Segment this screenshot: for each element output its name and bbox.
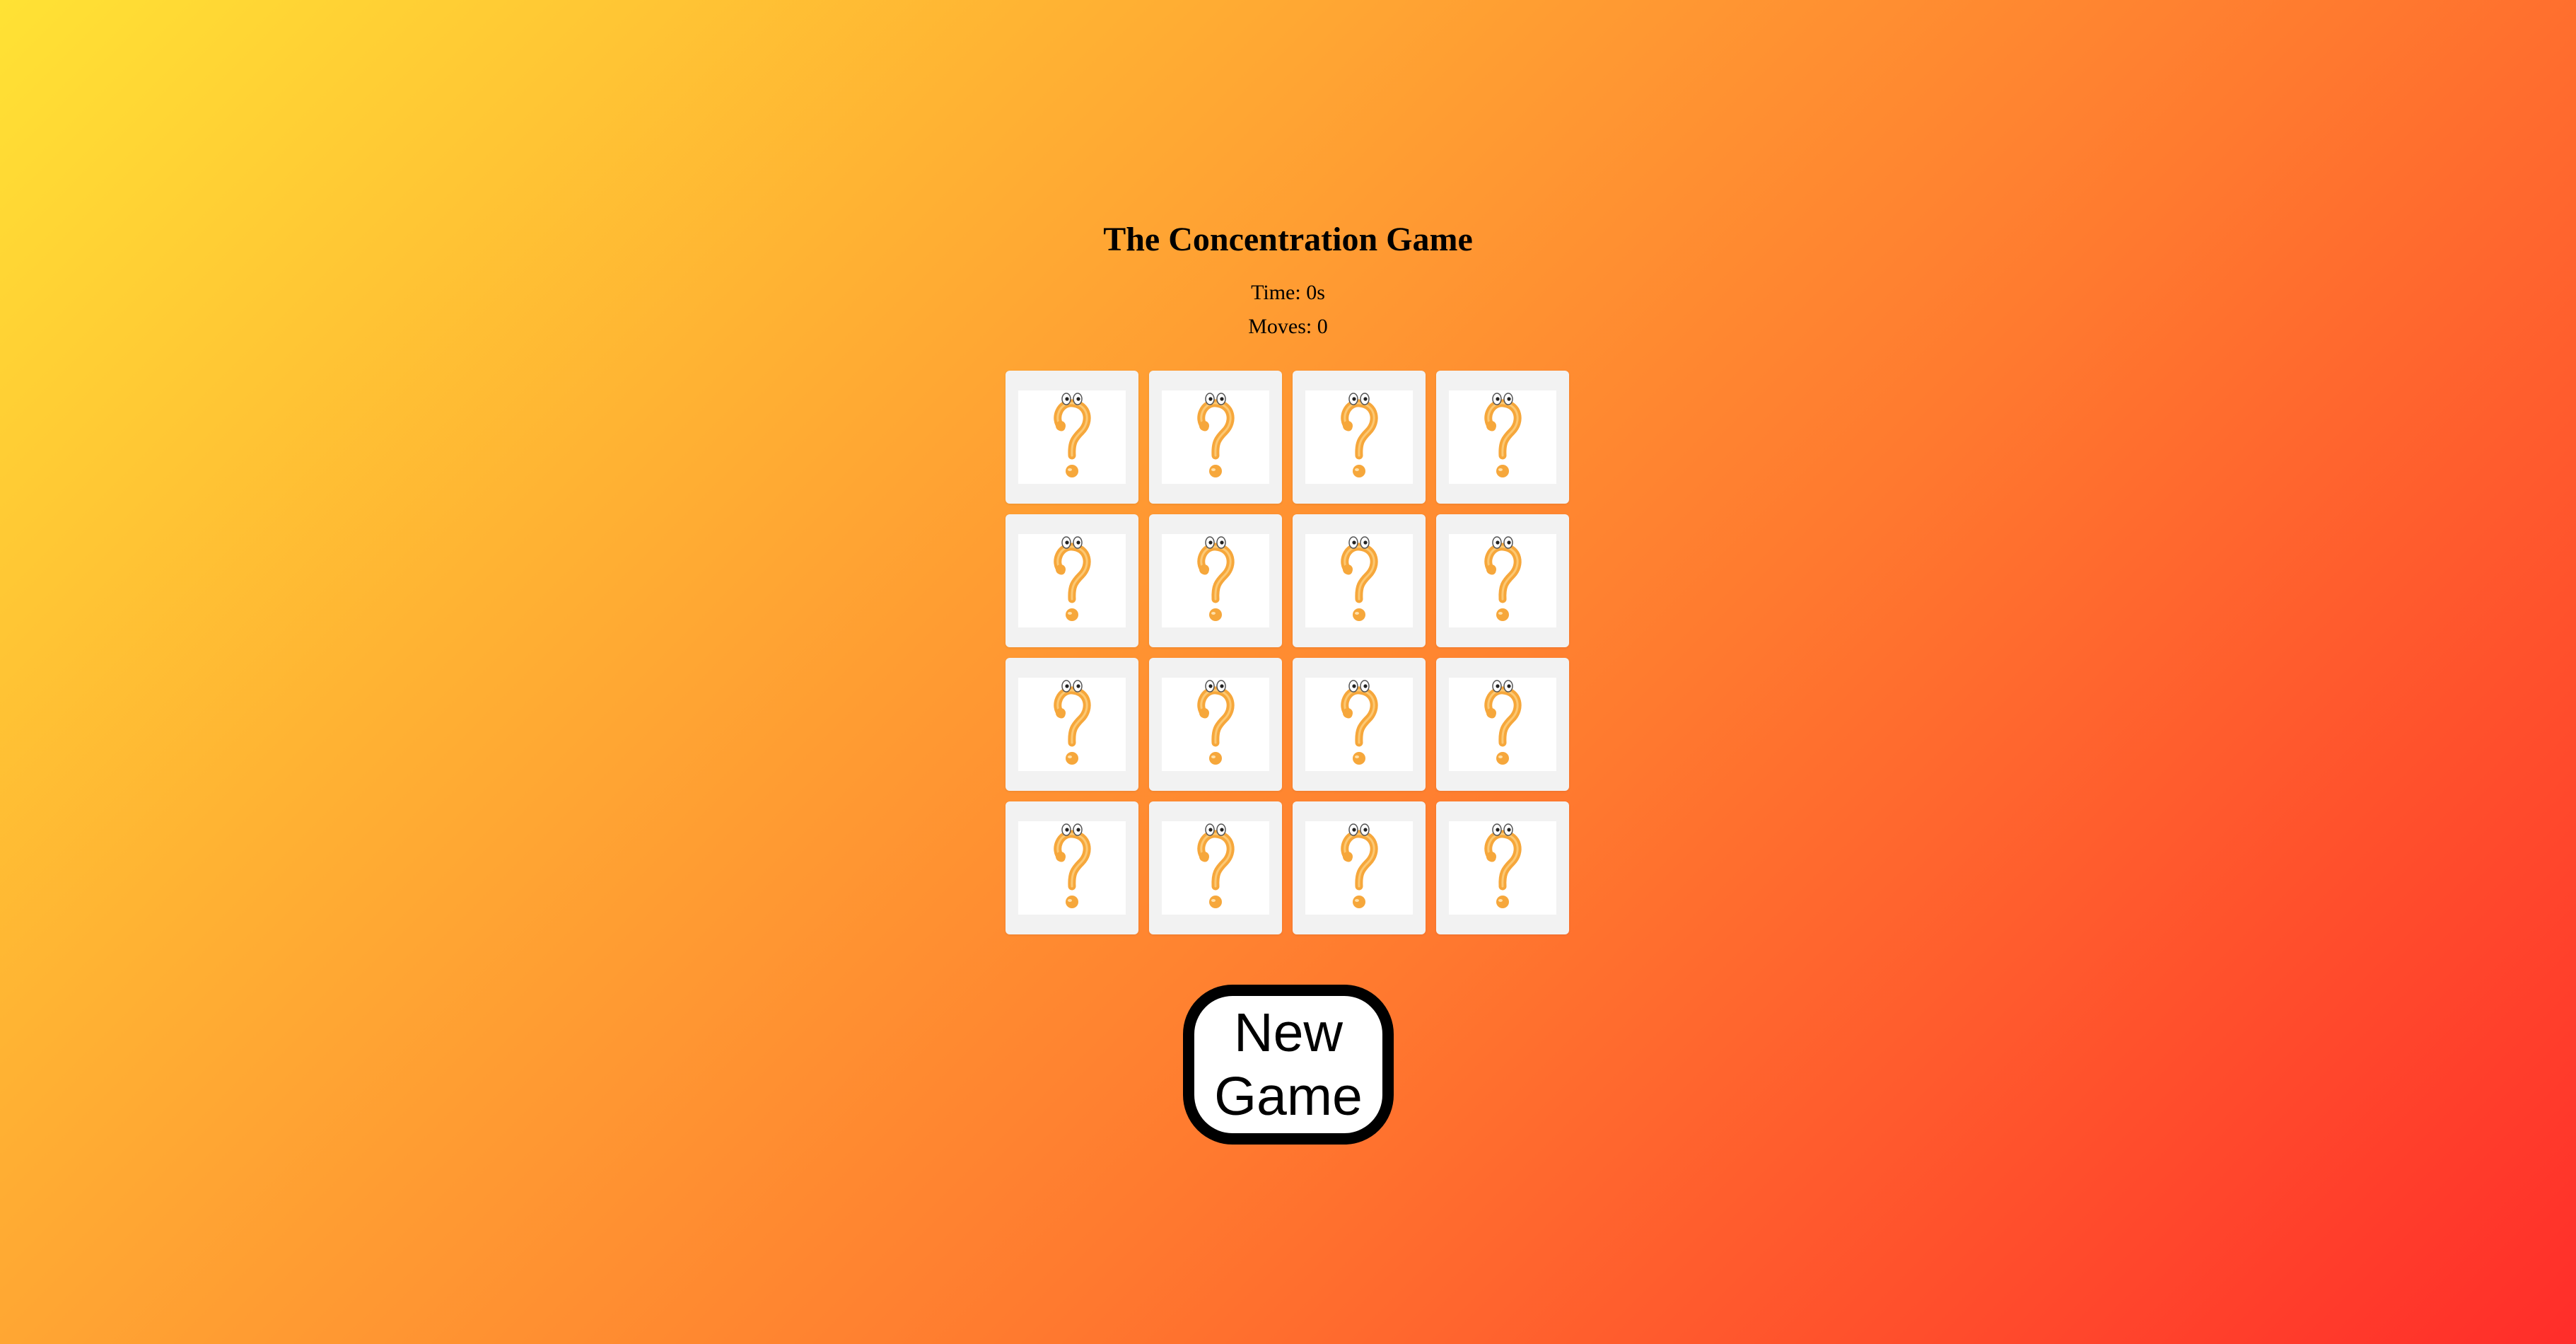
card-back-face: [1162, 821, 1269, 915]
memory-card[interactable]: [1293, 514, 1426, 647]
card-back-face: [1018, 390, 1126, 484]
card-back-face: [1449, 534, 1556, 627]
card-back-face: [1305, 390, 1413, 484]
card-back-face: [1449, 678, 1556, 771]
moves-counter: Moves: 0: [1248, 315, 1328, 338]
question-mark-with-eyes-icon: [1191, 534, 1240, 627]
question-mark-with-eyes-icon: [1334, 678, 1384, 771]
card-back-face: [1305, 534, 1413, 627]
page-title: The Concentration Game: [1103, 221, 1473, 258]
card-back-face: [1162, 534, 1269, 627]
card-back-face: [1018, 821, 1126, 915]
question-mark-with-eyes-icon: [1334, 534, 1384, 627]
question-mark-with-eyes-icon: [1334, 821, 1384, 915]
card-grid: [1006, 371, 1571, 937]
question-mark-with-eyes-icon: [1047, 390, 1097, 484]
question-mark-with-eyes-icon: [1478, 678, 1527, 771]
question-mark-with-eyes-icon: [1478, 390, 1527, 484]
memory-card[interactable]: [1006, 658, 1138, 791]
memory-card[interactable]: [1006, 514, 1138, 647]
card-back-face: [1449, 390, 1556, 484]
question-mark-with-eyes-icon: [1047, 678, 1097, 771]
card-back-face: [1162, 678, 1269, 771]
card-back-face: [1305, 821, 1413, 915]
new-game-button[interactable]: New Game: [1183, 985, 1394, 1145]
question-mark-with-eyes-icon: [1047, 534, 1097, 627]
memory-card[interactable]: [1436, 658, 1569, 791]
card-back-face: [1305, 678, 1413, 771]
memory-card[interactable]: [1293, 371, 1426, 504]
question-mark-with-eyes-icon: [1478, 821, 1527, 915]
card-back-face: [1162, 390, 1269, 484]
card-back-face: [1449, 821, 1556, 915]
memory-card[interactable]: [1006, 371, 1138, 504]
question-mark-with-eyes-icon: [1191, 678, 1240, 771]
game-screen: The Concentration Game Time: 0s Moves: 0: [0, 0, 2576, 1344]
memory-card[interactable]: [1006, 801, 1138, 934]
memory-card[interactable]: [1293, 658, 1426, 791]
question-mark-with-eyes-icon: [1478, 534, 1527, 627]
memory-card[interactable]: [1436, 371, 1569, 504]
question-mark-with-eyes-icon: [1191, 821, 1240, 915]
memory-card[interactable]: [1149, 658, 1282, 791]
question-mark-with-eyes-icon: [1047, 821, 1097, 915]
memory-card[interactable]: [1436, 514, 1569, 647]
new-game-button-label: New Game: [1214, 1002, 1363, 1127]
memory-card[interactable]: [1149, 801, 1282, 934]
memory-card[interactable]: [1149, 371, 1282, 504]
card-back-face: [1018, 534, 1126, 627]
card-back-face: [1018, 678, 1126, 771]
question-mark-with-eyes-icon: [1334, 390, 1384, 484]
memory-card[interactable]: [1436, 801, 1569, 934]
memory-card[interactable]: [1293, 801, 1426, 934]
timer-display: Time: 0s: [1251, 281, 1325, 304]
memory-card[interactable]: [1149, 514, 1282, 647]
question-mark-with-eyes-icon: [1191, 390, 1240, 484]
